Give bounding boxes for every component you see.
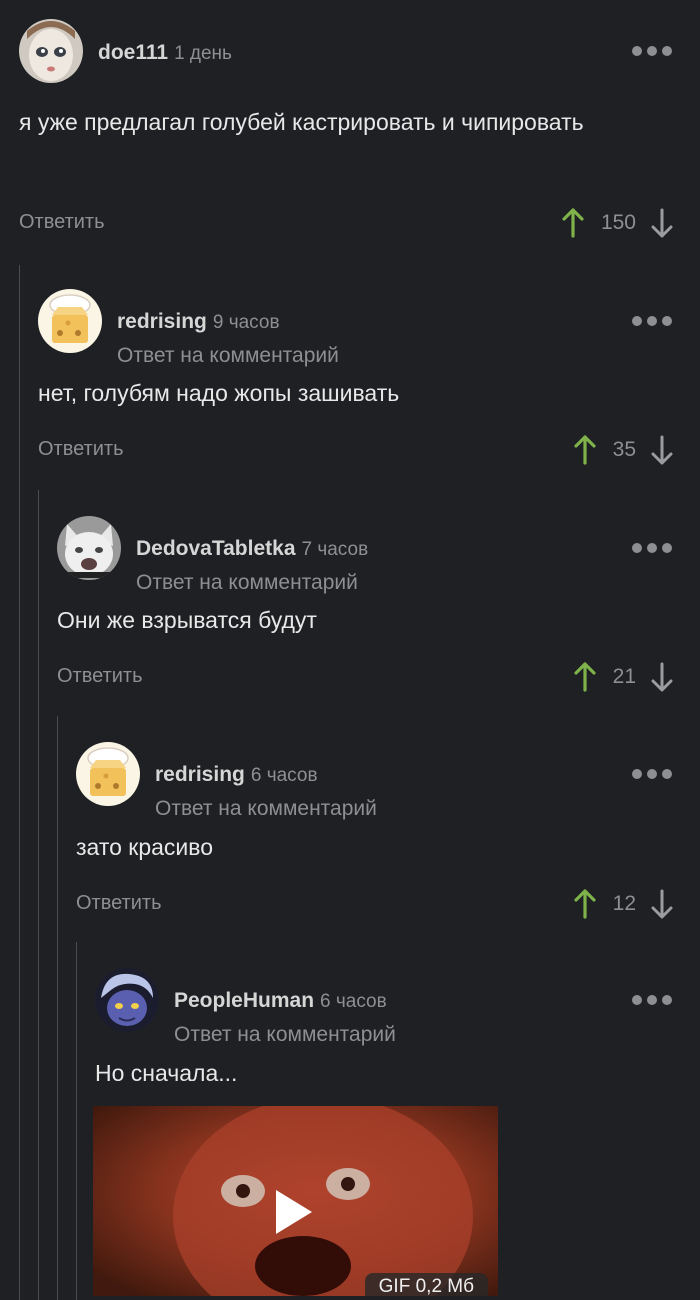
author-line: DedovaTabletka 7 часов xyxy=(136,537,368,561)
avatar[interactable] xyxy=(95,968,159,1032)
avatar[interactable] xyxy=(38,289,102,353)
comment-actions: Ответить 35 xyxy=(38,430,700,470)
comment-text: я уже предлагал голубей кастрировать и ч… xyxy=(19,109,584,135)
thread-line-4 xyxy=(76,942,77,1300)
vote-score: 150 xyxy=(600,211,636,234)
upvote-arrow-icon[interactable] xyxy=(573,435,597,465)
author-line: redrising 9 часов xyxy=(117,310,280,334)
reply-to-link[interactable]: Ответ на комментарий xyxy=(155,797,377,821)
comment-text: Они же взрыватся будут xyxy=(57,607,317,633)
author-line: doe111 1 день xyxy=(98,41,232,65)
downvote-arrow-icon[interactable] xyxy=(650,889,674,919)
more-options-button[interactable] xyxy=(632,995,672,1005)
avatar[interactable] xyxy=(76,742,140,806)
cheese-chef-avatar-icon xyxy=(38,289,102,353)
reply-button[interactable]: Ответить xyxy=(57,665,143,688)
comment-time: 9 часов xyxy=(212,312,280,333)
doll-face-avatar-icon xyxy=(19,19,83,83)
comment-actions: Ответить 12 xyxy=(76,884,700,924)
gif-size-badge: GIF 0,2 Мб xyxy=(364,1273,488,1296)
downvote-arrow-icon[interactable] xyxy=(650,662,674,692)
comment-time: 6 часов xyxy=(320,991,387,1012)
vote-controls: 35 xyxy=(573,430,674,470)
downvote-arrow-icon[interactable] xyxy=(650,435,674,465)
comment-text: зато красиво xyxy=(76,834,214,860)
play-icon[interactable] xyxy=(276,1190,312,1234)
thread-line-3 xyxy=(57,716,58,1300)
gif-preview[interactable]: GIF 0,2 Мб xyxy=(93,1106,498,1296)
upvote-arrow-icon[interactable] xyxy=(573,889,597,919)
thread-line-2 xyxy=(38,490,39,1300)
reply-to-link[interactable]: Ответ на комментарий xyxy=(136,571,358,595)
comment-time: 7 часов xyxy=(301,539,369,560)
reply-to-link[interactable]: Ответ на комментарий xyxy=(117,344,339,368)
white-cat-avatar-icon xyxy=(57,516,121,580)
author-name[interactable]: PeopleHuman xyxy=(174,989,314,1012)
reply-button[interactable]: Ответить xyxy=(19,211,105,234)
comment-actions: Ответить 21 xyxy=(57,657,700,697)
comment-time: 6 часов xyxy=(250,765,318,786)
author-line: redrising 6 часов xyxy=(155,763,318,787)
blue-creature-avatar-icon xyxy=(95,968,159,1032)
avatar[interactable] xyxy=(19,19,83,83)
more-options-button[interactable] xyxy=(632,543,672,553)
comment-text: Но сначала... xyxy=(95,1060,238,1086)
downvote-arrow-icon[interactable] xyxy=(650,208,674,238)
comment: PeopleHuman 6 часов Ответ на комментарий … xyxy=(93,968,700,1300)
more-options-button[interactable] xyxy=(632,316,672,326)
author-name[interactable]: redrising xyxy=(117,310,207,333)
comment: DedovaTabletka 7 часов Ответ на комментар… xyxy=(57,516,700,706)
comment-time: 1 день xyxy=(174,43,232,64)
author-name[interactable]: redrising xyxy=(155,763,245,786)
comment-text: нет, голубям надо жопы зашивать xyxy=(38,380,400,406)
comment: doe111 1 день я уже предлагал голубей кас… xyxy=(19,19,700,249)
avatar[interactable] xyxy=(57,516,121,580)
author-line: PeopleHuman 6 часов xyxy=(174,989,387,1013)
vote-controls: 12 xyxy=(573,884,674,924)
vote-controls: 150 xyxy=(561,203,674,243)
author-name[interactable]: DedovaTabletka xyxy=(136,537,296,560)
thread-line-1 xyxy=(19,265,20,1300)
comment-actions: Ответить 150 xyxy=(19,203,700,243)
more-options-button[interactable] xyxy=(632,769,672,779)
more-options-button[interactable] xyxy=(632,46,672,56)
cheese-chef-avatar-icon xyxy=(76,742,140,806)
comment: redrising 6 часов Ответ на комментарий за… xyxy=(76,742,700,932)
reply-to-link[interactable]: Ответ на комментарий xyxy=(174,1023,396,1047)
reply-button[interactable]: Ответить xyxy=(38,438,124,461)
vote-score: 35 xyxy=(612,438,636,461)
vote-controls: 21 xyxy=(573,657,674,697)
vote-score: 12 xyxy=(612,892,636,915)
upvote-arrow-icon[interactable] xyxy=(573,662,597,692)
author-name[interactable]: doe111 xyxy=(98,41,168,64)
upvote-arrow-icon[interactable] xyxy=(561,208,585,238)
comment: redrising 9 часов Ответ на комментарий не… xyxy=(38,289,700,479)
reply-button[interactable]: Ответить xyxy=(76,892,162,915)
vote-score: 21 xyxy=(612,665,636,688)
